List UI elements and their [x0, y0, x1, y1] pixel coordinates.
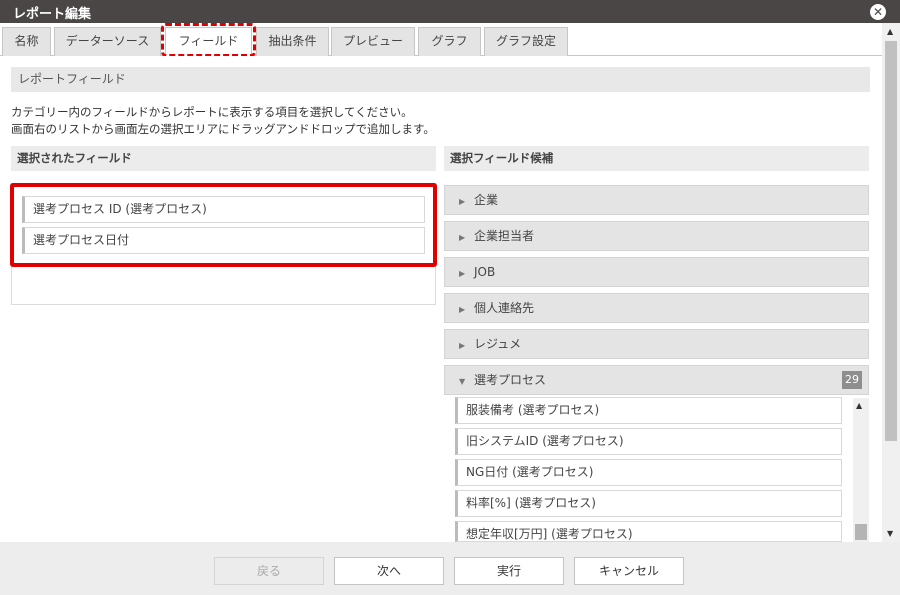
run-button[interactable]: 実行	[454, 557, 564, 585]
section-title: レポートフィールド	[11, 67, 870, 92]
tab-preview[interactable]: プレビュー	[331, 27, 415, 56]
category-label: 選考プロセス	[474, 373, 547, 387]
chevron-right-icon: ▶	[459, 341, 466, 350]
tab-label: グラフ設定	[495, 34, 556, 48]
count-badge: 29	[842, 371, 862, 389]
candidate-field-item[interactable]: NG日付 (選考プロセス)	[455, 459, 842, 486]
category-label: JOB	[474, 265, 496, 279]
tab-graph[interactable]: グラフ	[418, 27, 481, 56]
category-job[interactable]: ▶ JOB	[444, 257, 869, 287]
tab-label: グラフ	[431, 34, 468, 48]
chevron-right-icon: ▶	[459, 197, 466, 206]
tab-label: 抽出条件	[268, 34, 317, 48]
main-content: レポートフィールド カテゴリー内のフィールドからレポートに表示する項目を選択して…	[0, 56, 882, 542]
description-line: 画面右のリストから画面左の選択エリアにドラッグアンドドロップで追加します。	[11, 122, 435, 136]
description-line: カテゴリー内のフィールドからレポートに表示する項目を選択してください。	[11, 105, 413, 119]
category-company[interactable]: ▶ 企業	[444, 185, 869, 215]
page-scrollbar[interactable]: ▲ ▼	[882, 23, 900, 542]
candidate-field-item[interactable]: 想定年収[万円] (選考プロセス)	[455, 521, 842, 542]
footer-bar: 戻る 次へ 実行 キャンセル	[0, 542, 900, 595]
candidate-list-scrollbar[interactable]: ▲	[853, 398, 869, 542]
candidate-fields-header: 選択フィールド候補	[444, 146, 869, 171]
tab-label: 名称	[14, 34, 39, 48]
candidate-field-item[interactable]: 旧システムID (選考プロセス)	[455, 428, 842, 455]
scroll-up-icon[interactable]: ▲	[856, 401, 862, 410]
chevron-down-icon: ▼	[459, 377, 466, 386]
tab-bar: 名称 データーソース フィールド 抽出条件 プレビュー グラフ グラフ設定	[0, 23, 900, 57]
scroll-up-icon[interactable]: ▲	[887, 27, 893, 36]
scroll-thumb[interactable]	[885, 41, 897, 441]
section-description: カテゴリー内のフィールドからレポートに表示する項目を選択してください。 画面右の…	[11, 104, 435, 138]
tab-label: プレビュー	[342, 34, 403, 48]
category-selection-process[interactable]: ▼ 選考プロセス 29	[444, 365, 869, 395]
category-label: 企業	[474, 193, 499, 207]
cancel-button[interactable]: キャンセル	[574, 557, 684, 585]
tab-filter[interactable]: 抽出条件	[256, 27, 329, 56]
selected-fields-header: 選択されたフィールド	[11, 146, 436, 171]
tab-datasource[interactable]: データーソース	[54, 27, 161, 56]
scroll-down-icon[interactable]: ▼	[887, 529, 893, 538]
next-button[interactable]: 次へ	[334, 557, 444, 585]
category-resume[interactable]: ▶ レジュメ	[444, 329, 869, 359]
category-company-contact[interactable]: ▶ 企業担当者	[444, 221, 869, 251]
chevron-right-icon: ▶	[459, 233, 466, 242]
chevron-right-icon: ▶	[459, 269, 466, 278]
tab-name[interactable]: 名称	[2, 27, 51, 56]
category-label: 個人連絡先	[474, 301, 535, 315]
title-bar: レポート編集 ✕	[0, 0, 900, 23]
tab-label: データーソース	[65, 34, 150, 48]
back-button[interactable]: 戻る	[214, 557, 324, 585]
tab-graph-settings[interactable]: グラフ設定	[484, 27, 568, 56]
category-label: 企業担当者	[474, 229, 535, 243]
candidate-field-item[interactable]: 料率[%] (選考プロセス)	[455, 490, 842, 517]
window-title: レポート編集	[13, 7, 92, 22]
selected-fields-highlight	[10, 183, 437, 267]
scroll-thumb[interactable]	[855, 524, 867, 540]
candidate-field-item[interactable]: 服装備考 (選考プロセス)	[455, 397, 842, 424]
category-label: レジュメ	[474, 337, 522, 351]
active-tab-highlight	[161, 23, 256, 57]
close-icon[interactable]: ✕	[870, 4, 886, 20]
category-personal-contact[interactable]: ▶ 個人連絡先	[444, 293, 869, 323]
chevron-right-icon: ▶	[459, 305, 466, 314]
